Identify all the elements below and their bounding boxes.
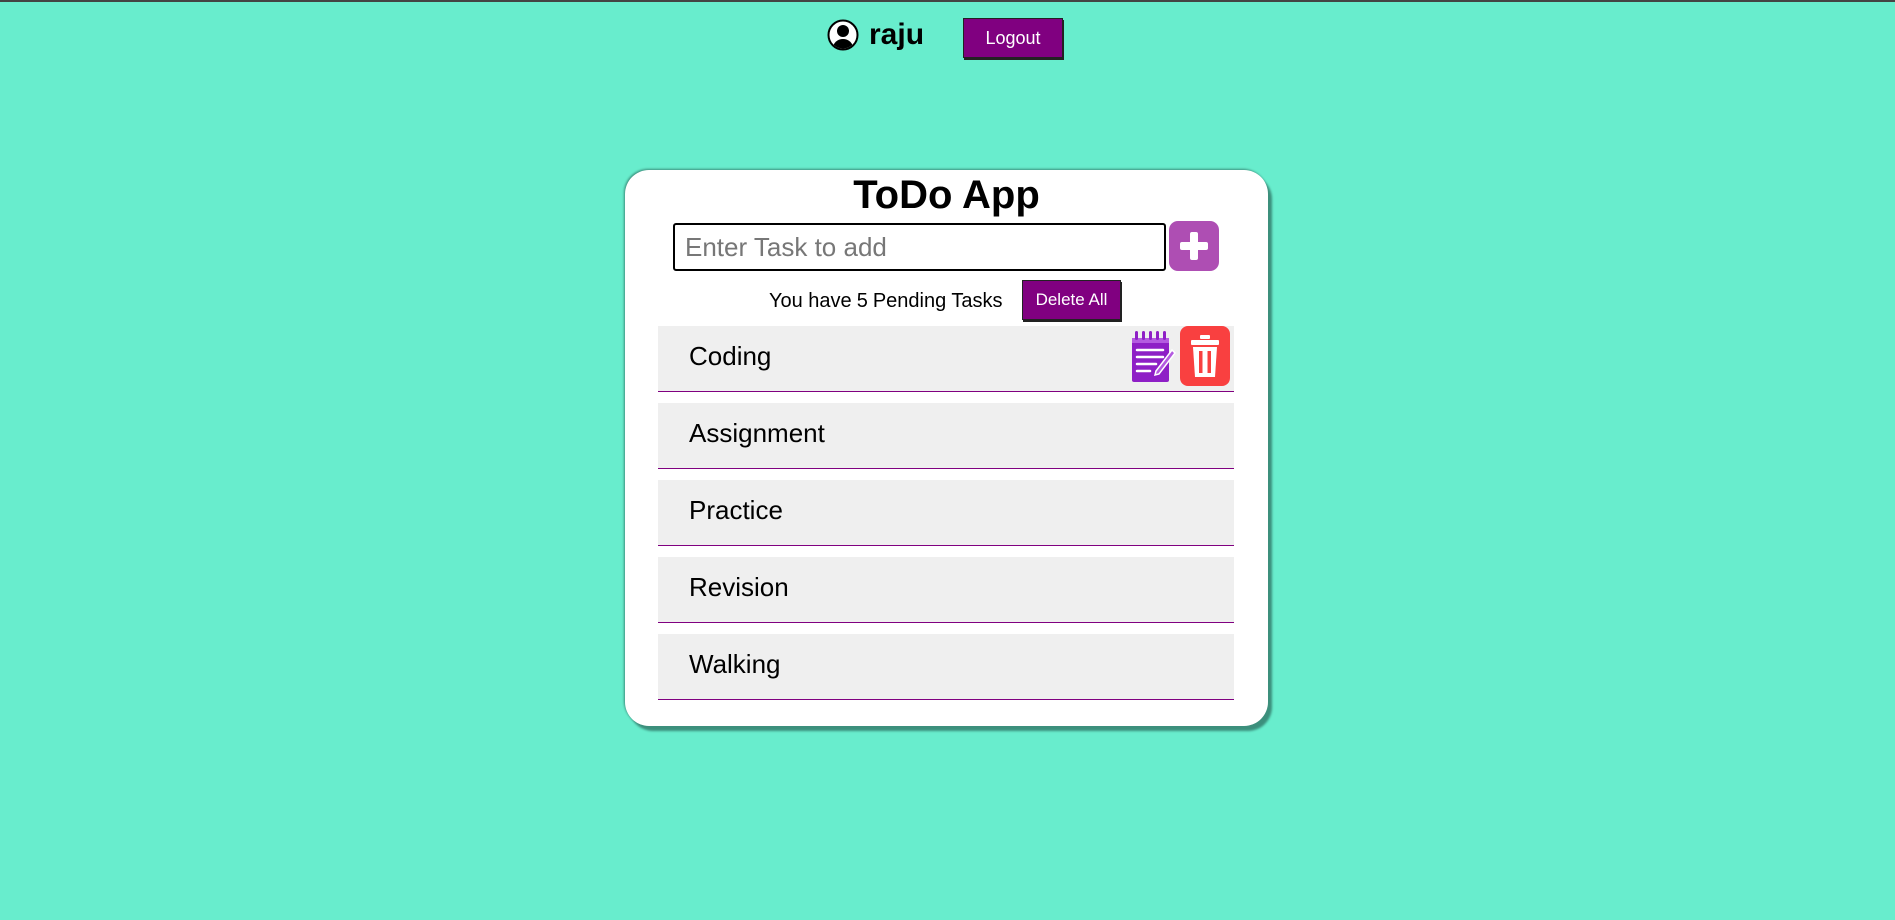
task-item[interactable]: Walking (658, 634, 1234, 700)
app-title: ToDo App (853, 173, 1040, 217)
pending-count: 5 (856, 290, 868, 312)
edit-task-button[interactable] (1130, 328, 1176, 384)
task-label: Revision (689, 572, 789, 602)
user-info: raju (827, 16, 924, 54)
task-label: Walking (689, 649, 781, 679)
delete-all-button[interactable]: Delete All (1022, 280, 1121, 320)
task-list: Coding Assignment Practice Revision Walk… (658, 326, 1234, 711)
todo-card: ToDo App You have5Pending Tasks Delete A… (625, 170, 1268, 726)
trash-icon (1191, 335, 1219, 377)
task-label: Coding (689, 341, 772, 371)
user-avatar-icon (827, 19, 859, 51)
task-actions (1130, 326, 1230, 386)
plus-icon (1180, 232, 1208, 260)
task-item[interactable]: Revision (658, 557, 1234, 623)
task-input[interactable] (673, 223, 1166, 271)
task-item[interactable]: Practice (658, 480, 1234, 546)
task-item[interactable]: Assignment (658, 403, 1234, 469)
task-item[interactable]: Coding (658, 326, 1234, 392)
delete-task-button[interactable] (1180, 326, 1230, 386)
task-label: Assignment (689, 418, 825, 448)
pending-tasks-text: You have 5 Pending Tasks (769, 290, 1003, 313)
username: raju (869, 18, 925, 51)
top-bar: raju Logout (0, 16, 1895, 58)
pending-suffix: Pending Tasks (872, 290, 1003, 312)
add-task-button[interactable] (1169, 221, 1219, 271)
pending-row: You have 5 Pending Tasks Delete All (625, 280, 1268, 320)
notepad-edit-icon (1132, 331, 1176, 382)
task-label: Practice (689, 495, 783, 525)
pending-prefix: You have (769, 290, 852, 312)
logout-button[interactable]: Logout (963, 18, 1063, 58)
